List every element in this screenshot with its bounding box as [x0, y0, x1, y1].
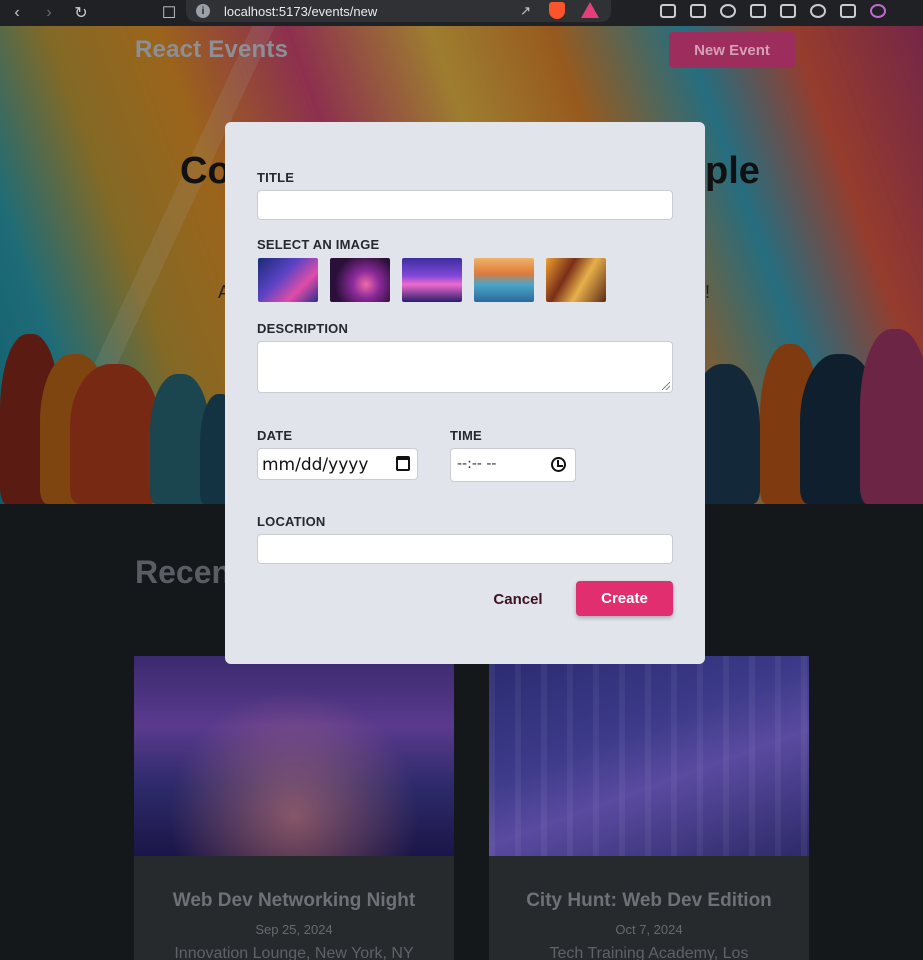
- profile-icon[interactable]: [870, 4, 886, 18]
- event-card-image: [489, 656, 809, 856]
- address-bar[interactable]: i localhost:5173/events/new ↗: [186, 0, 611, 22]
- calendar-icon[interactable]: [396, 456, 410, 471]
- time-input[interactable]: --:-- --: [450, 448, 576, 482]
- date-label: DATE: [257, 428, 293, 443]
- stage-lights-image[interactable]: [330, 258, 390, 302]
- event-card-date: Sep 25, 2024: [255, 922, 333, 937]
- location-label: LOCATION: [257, 514, 326, 529]
- browser-tools: [660, 0, 886, 22]
- event-card-location: Tech Training Academy, Los: [549, 945, 749, 960]
- reload-icon[interactable]: ↻: [72, 3, 90, 23]
- browser-nav: ‹ › ↻ ☐: [0, 3, 180, 23]
- reader-icon[interactable]: [690, 4, 706, 18]
- media-icon[interactable]: [720, 4, 736, 18]
- vpn-icon[interactable]: [840, 4, 856, 18]
- brave-rewards-icon[interactable]: [581, 2, 599, 18]
- brave-shield-icon[interactable]: [549, 2, 565, 19]
- extensions-icon[interactable]: [660, 4, 676, 18]
- event-card-title: City Hunt: Web Dev Edition: [526, 890, 772, 911]
- event-card-title: Web Dev Networking Night: [172, 890, 416, 911]
- create-button[interactable]: Create: [576, 581, 673, 616]
- skyline-river-image[interactable]: [474, 258, 534, 302]
- title-label: TITLE: [257, 170, 295, 185]
- description-textarea[interactable]: [257, 341, 673, 393]
- brand-logo[interactable]: React Events: [135, 36, 288, 64]
- hero-title-right: ple: [705, 150, 760, 192]
- date-placeholder: mm/dd/yyyy: [262, 455, 369, 475]
- share-icon[interactable]: ↗: [520, 3, 531, 19]
- url-text: localhost:5173/events/new: [224, 3, 378, 19]
- wallet-icon[interactable]: [780, 4, 796, 18]
- clock-icon[interactable]: [551, 457, 566, 472]
- description-label: DESCRIPTION: [257, 321, 349, 336]
- event-card[interactable]: Web Dev Networking Night Sep 25, 2024 In…: [134, 656, 454, 960]
- resize-handle-icon[interactable]: [662, 382, 670, 390]
- image-picker: [258, 258, 606, 302]
- hero-subtitle-right: !: [705, 282, 711, 302]
- bookmark-icon[interactable]: ☐: [160, 3, 178, 23]
- time-placeholder: --:-- --: [457, 456, 497, 472]
- title-input[interactable]: [257, 190, 673, 220]
- new-event-button[interactable]: New Event: [669, 32, 795, 68]
- info-icon[interactable]: i: [196, 4, 210, 18]
- new-event-modal: TITLE SELECT AN IMAGE DESCRIPTION DATE m…: [225, 122, 705, 664]
- forward-icon[interactable]: ›: [40, 4, 58, 22]
- event-card-image: [134, 656, 454, 856]
- city-night-image[interactable]: [258, 258, 318, 302]
- recent-heading: Recen: [135, 554, 232, 590]
- event-card[interactable]: City Hunt: Web Dev Edition Oct 7, 2024 T…: [489, 656, 809, 960]
- event-card-location: Innovation Lounge, New York, NY: [174, 945, 414, 960]
- hero-title-left: Co: [180, 150, 231, 192]
- leo-icon[interactable]: [810, 4, 826, 18]
- concert-crowd-image[interactable]: [402, 258, 462, 302]
- time-label: TIME: [450, 428, 482, 443]
- image-label: SELECT AN IMAGE: [257, 237, 380, 252]
- cancel-button[interactable]: Cancel: [483, 581, 553, 617]
- browser-toolbar: ‹ › ↻ ☐ i localhost:5173/events/new ↗: [0, 0, 923, 26]
- event-card-date: Oct 7, 2024: [615, 922, 683, 937]
- location-input[interactable]: [257, 534, 673, 564]
- team-laptop-image[interactable]: [546, 258, 606, 302]
- back-icon[interactable]: ‹: [8, 4, 26, 22]
- sidebar-icon[interactable]: [750, 4, 766, 18]
- date-input[interactable]: mm/dd/yyyy: [257, 448, 418, 480]
